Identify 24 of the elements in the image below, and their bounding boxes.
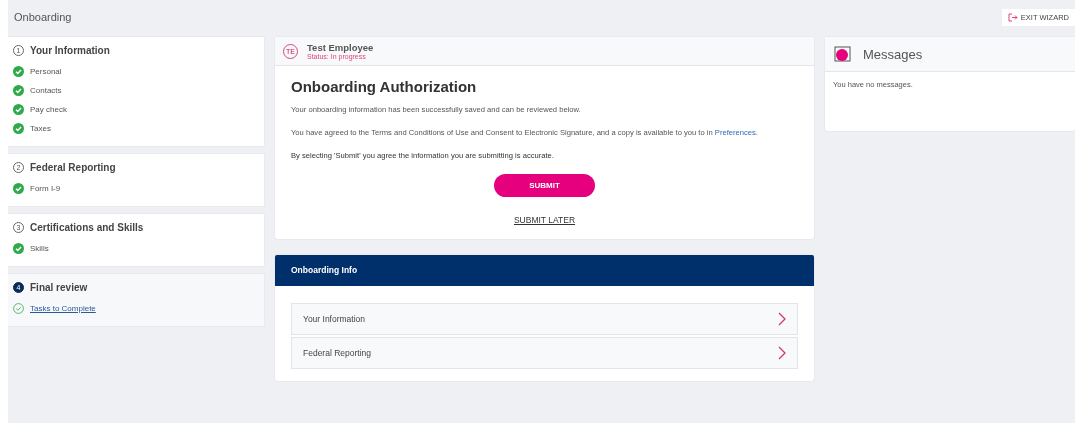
chevron-right-icon bbox=[778, 346, 786, 360]
task-label: Personal bbox=[30, 67, 62, 76]
message-icon bbox=[834, 46, 852, 62]
task-label: Skills bbox=[30, 244, 49, 253]
task-label: Pay check bbox=[30, 105, 67, 114]
submit-later-link[interactable]: SUBMIT LATER bbox=[513, 215, 576, 225]
info-row[interactable]: Federal Reporting bbox=[291, 337, 798, 369]
task-label: Taxes bbox=[30, 124, 51, 133]
info-row[interactable]: Your Information bbox=[291, 303, 798, 335]
chevron-right-icon bbox=[778, 312, 786, 326]
step-title: Final review bbox=[30, 282, 88, 293]
exit-icon bbox=[1007, 12, 1018, 22]
task-label: Contacts bbox=[30, 86, 62, 95]
employee-name: Test Employee bbox=[307, 42, 374, 53]
submit-button[interactable]: SUBMIT bbox=[494, 174, 595, 197]
authorization-title: Onboarding Authorization bbox=[291, 78, 478, 95]
step-title: Federal Reporting bbox=[30, 162, 116, 173]
task-label: Form I-9 bbox=[30, 184, 61, 193]
messages-title: Messages bbox=[863, 46, 923, 62]
page-title: Onboarding bbox=[14, 11, 72, 23]
onboarding-info-header: Onboarding Info bbox=[275, 255, 814, 286]
step-title: Certifications and Skills bbox=[30, 222, 144, 233]
task-link[interactable]: Tasks to Complete bbox=[30, 304, 96, 313]
step-title: Your Information bbox=[30, 45, 110, 56]
